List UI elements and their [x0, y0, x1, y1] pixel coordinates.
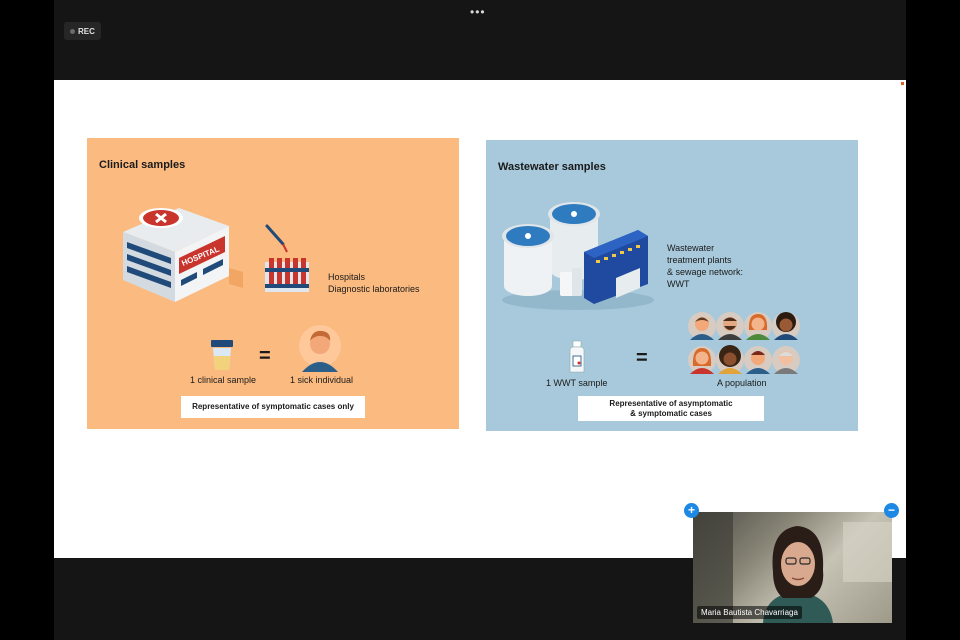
- sick-person-icon: [299, 325, 341, 372]
- shared-slide: Clinical samples HOSPITAL Hospitals Diag…: [54, 80, 906, 558]
- wwt-sample-label: 1 WWT sample: [546, 378, 608, 388]
- treatment-plant-icon: [502, 202, 654, 310]
- clinical-equals-sign: =: [259, 345, 271, 367]
- population-icon: [688, 312, 800, 374]
- more-options-icon[interactable]: •••: [470, 6, 486, 18]
- wastewater-callout-line-1: Representative of asymptomatic: [609, 398, 733, 408]
- wastewater-source-line-4: WWT: [667, 279, 690, 289]
- wastewater-source-line-1: Wastewater: [667, 243, 715, 253]
- participant-video-tile[interactable]: Maria Bautista Chavarriaga: [693, 512, 892, 623]
- test-tubes-icon: [265, 224, 309, 292]
- wastewater-equals-sign: =: [636, 347, 648, 369]
- sample-bottle-icon: [569, 340, 585, 373]
- population-row-top: [688, 312, 800, 340]
- clinical-panel-title: Clinical samples: [99, 159, 186, 171]
- clinical-source-labs: Diagnostic laboratories: [328, 284, 420, 294]
- wastewater-source-line-3: & sewage network:: [667, 267, 744, 277]
- clinical-source-hospitals: Hospitals: [328, 272, 366, 282]
- wastewater-representative-callout: Representative of asymptomatic & symptom…: [578, 396, 764, 421]
- participant-name-label: Maria Bautista Chavarriaga: [697, 606, 802, 619]
- population-row-bottom: [688, 345, 800, 374]
- recording-indicator: REC: [64, 22, 101, 40]
- recording-label: REC: [78, 26, 95, 36]
- add-video-button[interactable]: +: [684, 503, 699, 518]
- population-label: A population: [717, 378, 767, 388]
- slide-corner-marker: [901, 82, 904, 85]
- sick-individual-label: 1 sick individual: [290, 375, 354, 385]
- minimize-video-button[interactable]: −: [884, 503, 899, 518]
- clinical-samples-panel: Clinical samples HOSPITAL Hospitals Diag…: [87, 138, 459, 429]
- sample-cup-icon: [211, 340, 233, 370]
- wastewater-panel-title: Wastewater samples: [498, 161, 606, 173]
- hospital-icon: HOSPITAL: [123, 208, 243, 302]
- wastewater-samples-panel: Wastewater samples Wastewater treatment …: [486, 140, 858, 431]
- clinical-representative-callout: Representative of symptomatic cases only: [181, 396, 365, 418]
- record-dot-icon: [70, 28, 75, 34]
- wastewater-source-line-2: treatment plants: [667, 255, 732, 265]
- clinical-sample-label: 1 clinical sample: [190, 375, 257, 385]
- wastewater-callout-line-2: & symptomatic cases: [630, 408, 712, 418]
